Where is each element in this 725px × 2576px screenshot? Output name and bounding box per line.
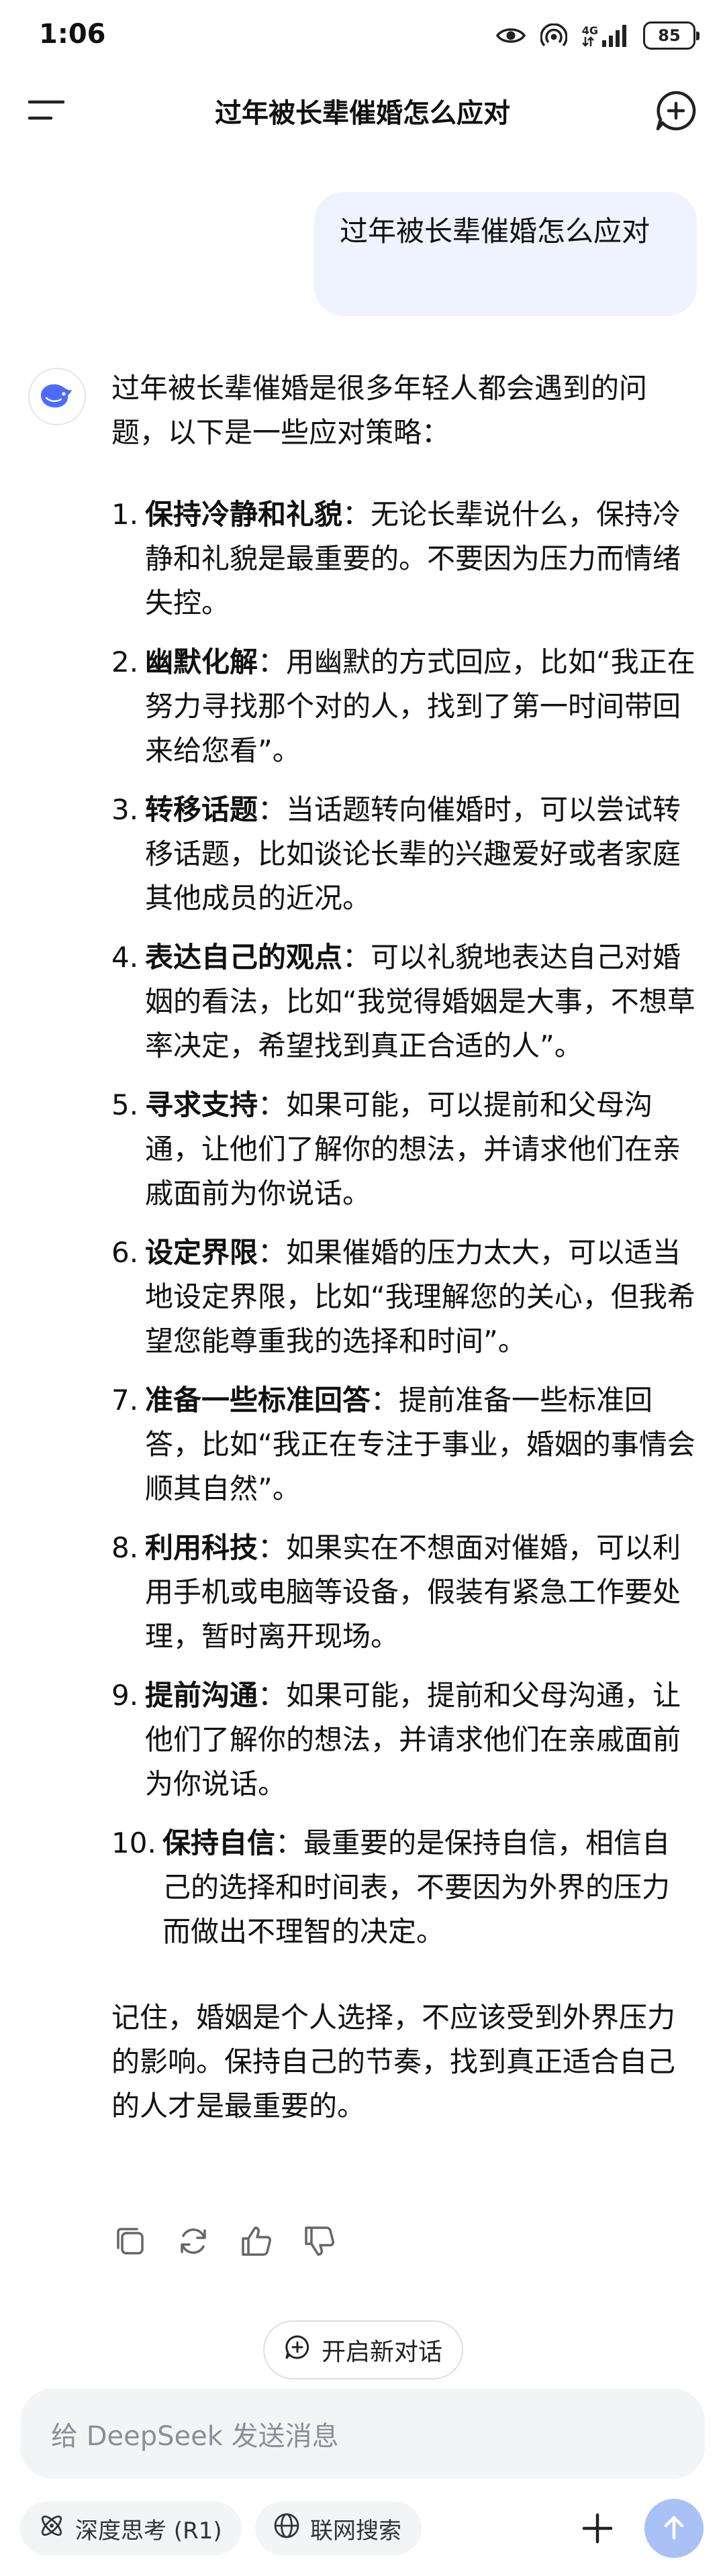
copy-icon[interactable] (111, 2222, 149, 2260)
signal-icon: 4G (582, 24, 628, 47)
menu-icon[interactable] (27, 94, 67, 127)
deep-think-toggle[interactable]: 深度思考 (R1) (20, 2502, 242, 2555)
deep-think-label: 深度思考 (R1) (75, 2517, 222, 2544)
eye-icon (495, 25, 526, 46)
page-title: 过年被长辈催婚怎么应对 (215, 98, 510, 129)
answer-closing: 记住，婚姻是个人选择，不应该受到外界压力的影响。保持自己的节奏，找到真正适合自己… (111, 2001, 676, 2122)
web-search-toggle[interactable]: 联网搜索 (255, 2502, 422, 2555)
new-chat-button[interactable]: 开启新对话 (263, 2320, 463, 2379)
list-item: 10. 保持自信：最重要的是保持自信，相信自己的选择和时间表，不要因为外界的压力而… (111, 1826, 671, 1948)
regenerate-icon[interactable] (175, 2222, 212, 2260)
web-search-label: 联网搜索 (310, 2517, 401, 2544)
list-item: 8. 利用科技：如果实在不想面对催婚，可以利用手机或电脑等设备，假装有紧急工作要处… (111, 1531, 681, 1653)
whale-logo-icon (38, 380, 76, 413)
new-chat-label: 开启新对话 (321, 2338, 442, 2366)
list-item: 3. 转移话题：当话题转向催婚时，可以尝试转移话题，比如谈论长辈的兴趣爱好或者家庭… (111, 793, 681, 915)
deepseek-avatar (28, 368, 86, 425)
send-button[interactable] (644, 2499, 704, 2558)
status-time: 1:06 (39, 19, 106, 50)
battery-icon: 85 (643, 21, 699, 50)
status-bar: 1:06 4G 85 (0, 0, 725, 70)
answer-intro: 过年被长辈催婚是很多年轻人都会遇到的问题，以下是一些应对策略： (111, 372, 648, 449)
new-chat-icon[interactable] (652, 87, 699, 134)
strategy-list: 1. 保持冷静和礼貌：无论长辈说什么，保持冷静和礼貌是最重要的。不要因为压力而情绪… (111, 493, 695, 1954)
network-label: 4G (581, 24, 598, 37)
message-input[interactable]: 给 DeepSeek 发送消息 (20, 2389, 705, 2479)
globe-icon (273, 2512, 301, 2546)
list-item: 2. 幽默化解：用幽默的方式回应，比如“我正在努力寻找那个对的人，找到了第一时间带… (111, 646, 695, 767)
hotspot-icon (540, 23, 567, 48)
send-arrow-icon (659, 2512, 689, 2544)
thumbs-up-icon[interactable] (238, 2222, 275, 2260)
header: 过年被长辈催婚怎么应对 (0, 70, 725, 150)
status-icons: 4G 85 (495, 20, 699, 51)
list-item: 6. 设定界限：如果催婚的压力太大，可以适当地设定界限，比如“我理解您的关心，但我… (111, 1236, 695, 1357)
answer-actions (111, 2221, 338, 2261)
user-message-bubble: 过年被长辈催婚怎么应对 (314, 192, 697, 316)
list-item: 4. 表达自己的观点：可以礼貌地表达自己对婚姻的看法，比如“我觉得婚姻是大事，不想… (111, 941, 695, 1062)
list-item: 1. 保持冷静和礼貌：无论长辈说什么，保持冷静和礼貌是最重要的。不要因为压力而情绪… (111, 498, 681, 619)
new-chat-small-icon (284, 2334, 311, 2367)
list-item: 5. 寻求支持：如果可能，可以提前和父母沟通，让他们了解你的想法，并请求他们在亲戚… (111, 1088, 681, 1210)
assistant-answer: 过年被长辈催婚是很多年轻人都会遇到的问题，以下是一些应对策略： 1. 保持冷静和礼… (111, 366, 695, 2128)
list-item: 7. 准备一些标准回答：提前准备一些标准回答，比如“我正在专注于事业，婚姻的事情会… (111, 1384, 695, 1505)
thumbs-down-icon[interactable] (301, 2222, 338, 2260)
list-item: 9. 提前沟通：如果可能，提前和父母沟通，让他们了解你的想法，并请求他们在亲戚面前… (111, 1679, 681, 1800)
plus-icon[interactable] (577, 2508, 618, 2548)
composer-toolbar: 深度思考 (R1) 联网搜索 (0, 2495, 725, 2562)
battery-level: 85 (658, 26, 681, 45)
message-input-placeholder: 给 DeepSeek 发送消息 (51, 2421, 339, 2452)
atom-icon (38, 2512, 66, 2546)
